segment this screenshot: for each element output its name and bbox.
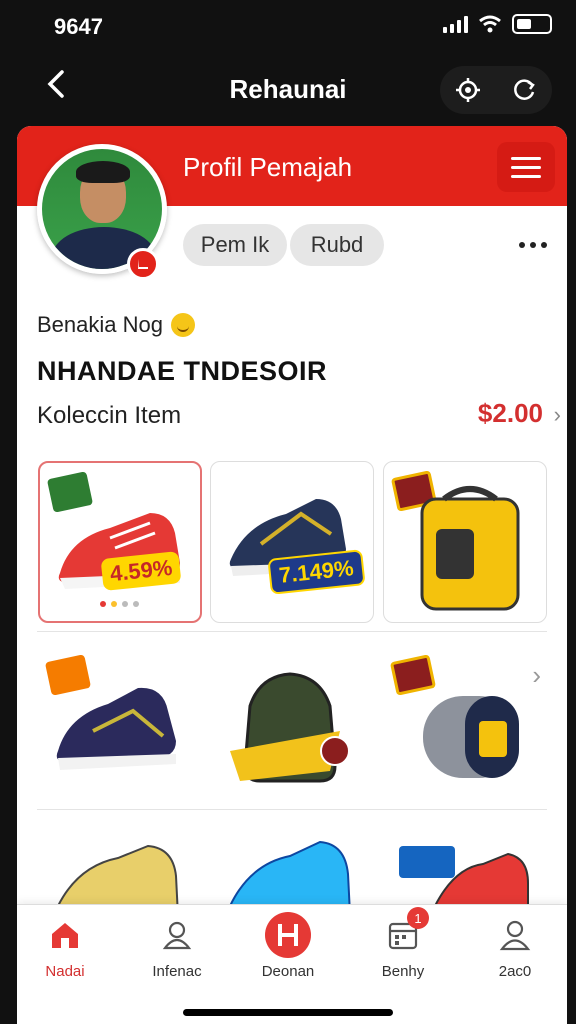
item-card[interactable] — [210, 826, 374, 906]
item-card[interactable] — [38, 646, 202, 808]
red-shoe-image — [399, 846, 529, 906]
navy-cleat-image — [56, 687, 176, 770]
collection-price[interactable]: $2.00 — [478, 398, 543, 429]
top-nav: Rehaunai — [0, 56, 576, 126]
collection-label: Koleccin Item — [37, 402, 182, 429]
profile-card: Profil Pemajah Pem Ik Rubd Benakia Nog N… — [17, 126, 567, 1024]
home-indicator[interactable] — [183, 1009, 393, 1016]
settings-button[interactable] — [448, 70, 488, 110]
bottom-nav: Nadai Infenac Deonan 1 Benhy 2ac0 — [17, 904, 567, 1024]
home-icon — [52, 923, 78, 948]
nav-label: Infenac — [152, 963, 202, 980]
status-icons — [443, 14, 552, 34]
item-card[interactable]: 7.149% — [210, 461, 374, 623]
profile-icon — [499, 920, 531, 951]
greeting-text: Benakia Nog — [37, 312, 163, 337]
bottom-nav-deonan[interactable]: Deonan — [238, 912, 338, 980]
avatar-badge — [127, 248, 159, 280]
bottom-nav-profile[interactable]: 2ac0 — [465, 915, 565, 980]
notification-badge: 1 — [407, 907, 429, 929]
more-dots-icon — [519, 242, 525, 248]
chevron-right-icon[interactable]: › — [532, 660, 541, 691]
player-name: NHANDAE TNDESOIR — [37, 356, 328, 386]
nav-label: Benhy — [381, 963, 425, 980]
item-card[interactable] — [38, 826, 202, 906]
nav-label: Deonan — [261, 963, 315, 980]
divider — [37, 809, 547, 810]
h-circle-icon — [265, 912, 311, 958]
boot-icon — [138, 259, 148, 269]
divider — [37, 631, 547, 632]
chevron-right-icon[interactable]: › — [554, 402, 561, 428]
item-card[interactable]: 4.59% — [38, 461, 202, 623]
bottom-nav-home[interactable]: Nadai — [17, 915, 115, 980]
nav-actions — [440, 66, 552, 114]
yellow-shoe-image — [56, 844, 179, 906]
nav-label: Nadai — [45, 963, 85, 980]
chip-1[interactable]: Pem Ik — [183, 224, 287, 266]
battery-icon — [512, 14, 552, 34]
rating-dots — [100, 601, 139, 607]
header-title: Profil Pemajah — [183, 152, 353, 182]
item-card[interactable] — [383, 461, 547, 623]
smile-emoji-icon — [170, 313, 195, 337]
status-time: 9647 — [54, 14, 103, 39]
menu-button[interactable] — [497, 142, 555, 192]
item-card[interactable] — [383, 826, 547, 906]
status-bar: 9647 — [0, 0, 576, 56]
greeting: Benakia Nog — [37, 312, 195, 338]
bottom-nav-benhy[interactable]: 1 Benhy — [353, 907, 453, 980]
item-card[interactable] — [210, 646, 374, 808]
nav-label: 2ac0 — [498, 963, 532, 980]
hamburger-icon — [511, 156, 541, 160]
grey-canister-image — [423, 696, 519, 778]
item-card[interactable]: › — [383, 646, 547, 808]
chip-2[interactable]: Rubd — [290, 224, 384, 266]
wifi-icon — [479, 15, 501, 33]
gear-icon — [456, 78, 480, 102]
refresh-icon — [514, 79, 535, 100]
green-backpack-image — [230, 672, 350, 783]
person-card-icon — [162, 921, 192, 950]
signal-icon — [443, 15, 468, 33]
bottom-nav-infenac[interactable]: Infenac — [127, 915, 227, 980]
refresh-button[interactable] — [504, 70, 544, 110]
blue-shoe-image — [228, 840, 351, 906]
more-button[interactable] — [511, 224, 555, 266]
yellow-case-image — [420, 486, 520, 611]
